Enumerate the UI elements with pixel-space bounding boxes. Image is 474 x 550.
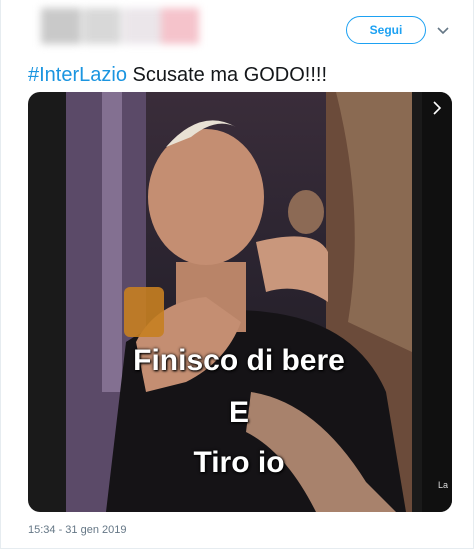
overlay-line-1: Finisco di bere: [133, 344, 345, 377]
blurred-block: [83, 8, 121, 44]
tweet-body: Scusate ma GODO!!!!: [126, 64, 328, 86]
chevron-down-icon[interactable]: [435, 22, 451, 38]
blurred-author-info: [41, 4, 199, 48]
tweet-photo[interactable]: Finisco di bere E Tiro io: [66, 92, 412, 512]
tweet-card: Segui #InterLazio Scusate ma GODO!!!! Fi…: [0, 0, 474, 549]
overlay-line-2: E: [228, 396, 249, 429]
next-media-label: La: [437, 480, 448, 490]
media-container[interactable]: Finisco di bere E Tiro io La: [28, 92, 452, 512]
overlay-line-3: Tiro io: [193, 446, 285, 479]
tweet-text: #InterLazio Scusate ma GODO!!!!: [28, 62, 327, 88]
tweet-timestamp[interactable]: 15:34 - 31 gen 2019: [28, 524, 126, 536]
blurred-block: [161, 8, 199, 44]
chevron-right-icon[interactable]: [429, 100, 445, 116]
follow-button[interactable]: Segui: [346, 16, 426, 44]
hashtag-link[interactable]: #InterLazio: [28, 64, 127, 86]
blurred-avatar: [41, 8, 81, 44]
blurred-block: [123, 8, 161, 44]
next-media-button[interactable]: La: [422, 92, 452, 512]
